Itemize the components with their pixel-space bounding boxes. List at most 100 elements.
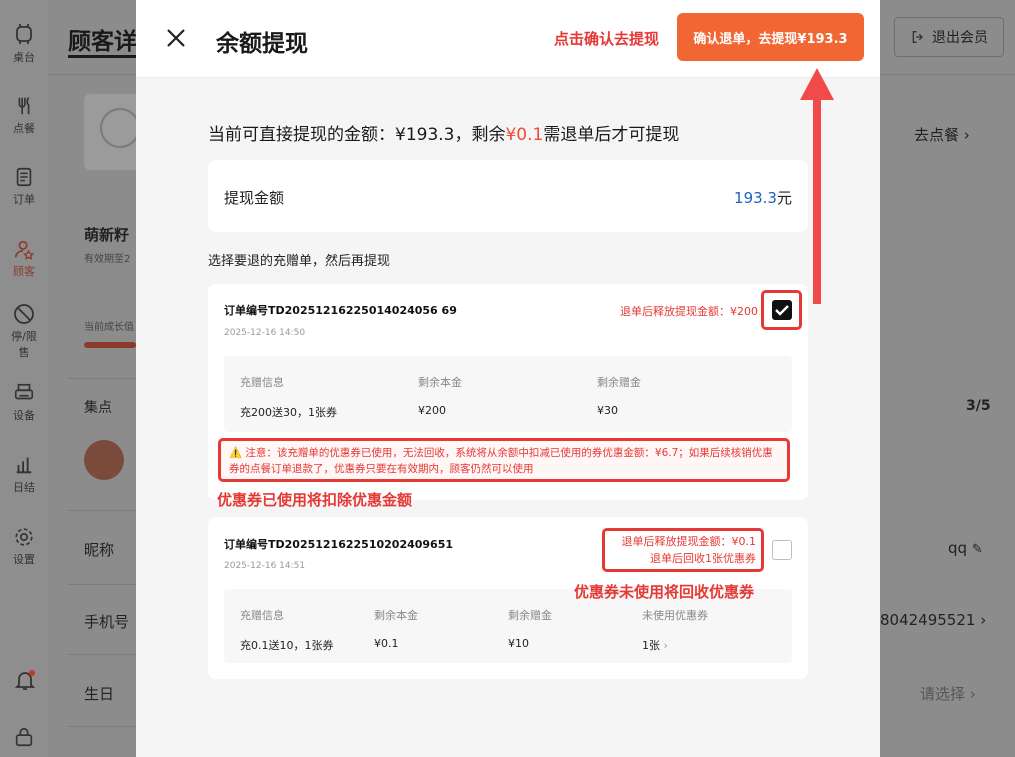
coupon-count: 1张 [642, 639, 660, 652]
nickname-text: qq [948, 539, 968, 557]
birthday-text: 请选择 [920, 685, 966, 703]
divider [68, 378, 136, 379]
chevron-right-icon: › [980, 611, 987, 629]
release-info: 退单后释放提现金额：¥0.1 退单后回收1张优惠券 [622, 533, 757, 567]
order-checkbox[interactable] [772, 300, 792, 320]
info-col: 剩余本金 ¥0.1 [374, 607, 418, 650]
withdraw-summary: 当前可直接提现的金额：¥193.3，剩余¥0.1需退单后才可提现 [208, 120, 679, 145]
sidebar-item-device[interactable]: 设备 [0, 382, 48, 423]
info-col: 充赠信息充200送30，1张券 [240, 374, 337, 420]
chevron-right-icon: › [663, 639, 668, 652]
divider [68, 654, 136, 655]
info-value: 充0.1送10，1张券 [240, 639, 334, 652]
sidebar-item-dining[interactable]: 点餐 [0, 95, 48, 136]
exit-member-button[interactable]: 退出会员 [894, 17, 1004, 57]
sidebar-item-table[interactable]: 桌台 [0, 22, 48, 65]
order-date: 2025-12-16 14:51 [224, 561, 306, 571]
annotation-recycle: 优惠券未使用将回收优惠券 [574, 583, 755, 601]
divider [68, 584, 136, 585]
page-title: 顾客详 [68, 29, 137, 55]
logout-icon [912, 31, 923, 43]
sidebar-item-order[interactable]: 订单 [0, 166, 48, 207]
order-date: 2025-12-16 14:50 [224, 328, 306, 338]
amount-number: 193.3 [734, 189, 777, 207]
sidebar-item-customer[interactable]: 顾客 [0, 238, 48, 279]
info-value: 1张 › [642, 637, 708, 653]
lock-icon [15, 727, 33, 747]
order-info-panel: 充赠信息充200送30，1张券 剩余本金 ¥200 剩余赠金 ¥30 [224, 356, 792, 432]
order-number: 订单编号TD2025121622510202409651 [224, 538, 454, 551]
notification-bell[interactable] [13, 668, 37, 696]
growth-progress [84, 342, 136, 348]
gear-icon [15, 528, 33, 546]
info-col: 剩余赠金 ¥10 [508, 607, 552, 650]
order-checkbox[interactable] [772, 540, 792, 560]
order-card[interactable]: 订单编号TD20251216225014024056 69 2025-12-16… [208, 284, 808, 500]
confirm-hint: 点击确认去提现 [554, 30, 660, 48]
info-header: 充赠信息 [240, 609, 284, 622]
birthday-select[interactable]: 请选择 › [920, 683, 976, 704]
nickname-value[interactable]: qq ✎ [948, 539, 983, 557]
sidebar-item-stop-sale[interactable]: 停/限售 [0, 302, 48, 361]
sidebar-item-label: 顾客 [13, 265, 35, 278]
summary-remaining: ¥0.1 [505, 125, 544, 145]
bell-icon [14, 670, 36, 690]
edit-icon: ✎ [971, 542, 983, 557]
order-number: 订单编号TD20251216225014024056 69 [224, 304, 457, 317]
info-col: 剩余本金 ¥200 [418, 374, 462, 417]
sidebar-item-label: 日结 [13, 481, 35, 494]
amount-label: 提现金额 [224, 189, 285, 207]
summary-text-end: 需退单后才可提现 [543, 125, 680, 145]
stamp-count: 3/5 [966, 398, 991, 414]
sidebar-item-label: 设置 [13, 553, 35, 566]
phone-label: 手机号 [84, 613, 130, 631]
modal-header: 余额提现 点击确认去提现 确认退单，去提现¥193.3 [136, 0, 880, 78]
order-icon [16, 167, 32, 187]
chevron-right-icon: › [963, 126, 970, 144]
sidebar-item-daily[interactable]: 日结 [0, 454, 48, 495]
info-header: 剩余赠金 [597, 376, 641, 389]
member-expiry: 有效期至2 [84, 254, 131, 265]
table-icon [16, 24, 32, 44]
info-value: ¥10 [508, 637, 529, 650]
close-icon[interactable] [164, 26, 188, 50]
info-header: 剩余赠金 [508, 609, 552, 622]
amount-unit: 元 [776, 189, 792, 207]
nickname-label: 昵称 [84, 541, 115, 559]
amount-value: 193.3元 [734, 187, 792, 208]
info-header: 剩余本金 [374, 609, 418, 622]
phone-value[interactable]: 8042495521 › [880, 611, 986, 629]
info-header: 剩余本金 [418, 376, 462, 389]
sidebar-item-settings[interactable]: 设置 [0, 526, 48, 567]
stamp-label: 集点 [84, 400, 112, 416]
section-label: 选择要退的充赠单，然后再提现 [208, 254, 391, 269]
lock-button[interactable] [13, 726, 35, 752]
release-coupon: 退单后回收1张优惠券 [650, 552, 756, 565]
info-col: 充赠信息充0.1送10，1张券 [240, 607, 334, 653]
divider [68, 726, 136, 727]
sidebar-item-label: 订单 [13, 193, 35, 206]
stamp-icon [84, 440, 124, 480]
release-amount: 退单后释放提现金额：¥200 [620, 305, 758, 318]
info-value: ¥30 [597, 404, 618, 417]
member-name: 萌新籽 [84, 226, 130, 244]
birthday-label: 生日 [84, 685, 115, 703]
info-header: 充赠信息 [240, 376, 284, 389]
info-header: 未使用优惠券 [642, 609, 708, 622]
confirm-withdraw-button[interactable]: 确认退单，去提现¥193.3 [677, 13, 864, 61]
sidebar-item-label: 停/限售 [11, 330, 37, 359]
sidebar-item-label: 设备 [13, 409, 35, 422]
divider [68, 510, 136, 511]
coupon-used-warning: ⚠️ 注意：该充赠单的优惠券已使用，无法回收，系统将从余额中扣减已使用的券优惠金… [218, 438, 790, 482]
customer-icon [14, 240, 35, 260]
chevron-right-icon: › [969, 685, 976, 703]
printer-icon [14, 383, 34, 400]
chart-icon [16, 457, 32, 474]
info-value: 充200送30，1张券 [240, 406, 337, 419]
info-value: ¥0.1 [374, 637, 399, 650]
go-order-label: 去点餐 [914, 126, 960, 144]
go-order-link[interactable]: 去点餐 › [914, 124, 970, 145]
annotation-arrow-shaft [813, 96, 821, 304]
sidebar: 桌台 点餐 订单 顾客 停/限售 设备 日结 设置 [0, 0, 48, 757]
info-col-coupon[interactable]: 未使用优惠券 1张 › [642, 607, 708, 653]
